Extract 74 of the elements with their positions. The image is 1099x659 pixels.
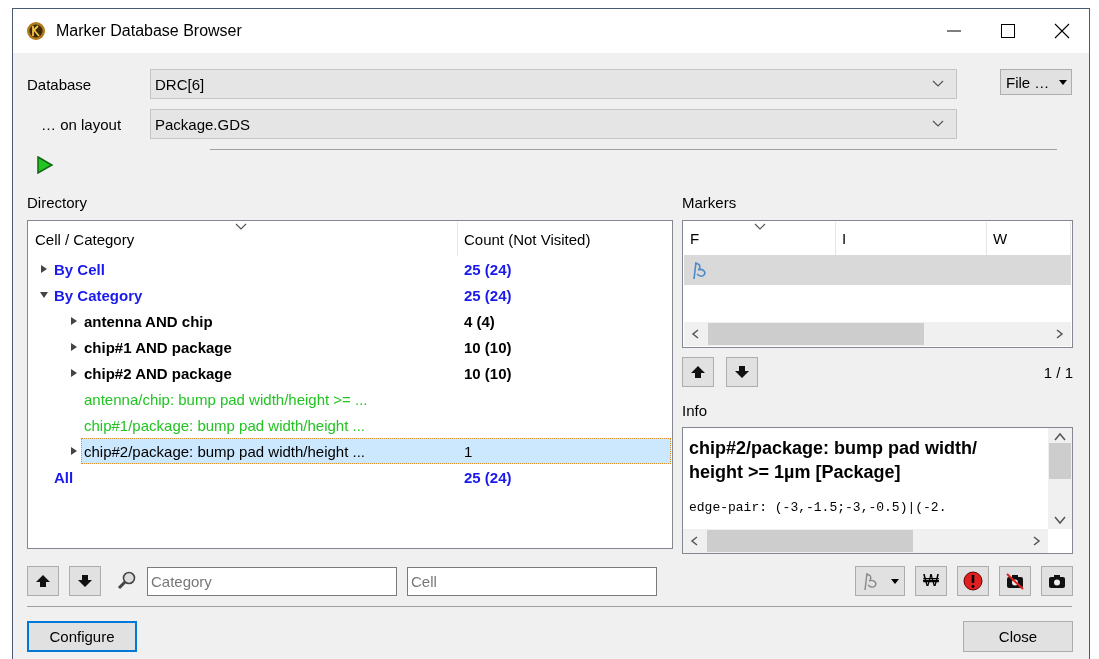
waive-button[interactable]: ₩ bbox=[915, 566, 947, 596]
previous-marker-button[interactable] bbox=[682, 357, 714, 387]
close-icon[interactable] bbox=[1054, 23, 1070, 39]
scrollbar-thumb[interactable] bbox=[707, 530, 913, 552]
tree-item-label[interactable]: By Category bbox=[50, 286, 147, 304]
scrollbar-thumb[interactable] bbox=[1049, 442, 1071, 479]
snapshot-button[interactable] bbox=[1041, 566, 1073, 596]
selected-row-highlight[interactable] bbox=[81, 438, 671, 464]
count-text: 4 (4) bbox=[464, 312, 495, 330]
count-text: 10 (10) bbox=[464, 338, 512, 356]
tree-item-label[interactable]: antenna AND chip bbox=[80, 312, 217, 330]
chevron-down-icon bbox=[932, 80, 944, 88]
up-arrow-icon bbox=[34, 572, 52, 590]
markers-label: Markers bbox=[682, 194, 738, 211]
next-marker-button[interactable] bbox=[726, 357, 758, 387]
down-arrow-icon bbox=[733, 363, 751, 381]
camera-icon bbox=[1047, 572, 1067, 590]
count-text: 25 (24) bbox=[464, 260, 512, 278]
down-arrow-icon bbox=[76, 572, 94, 590]
sort-indicator-icon bbox=[754, 223, 766, 230]
maximize-icon[interactable] bbox=[1000, 23, 1016, 39]
count-text: 10 (10) bbox=[464, 364, 512, 382]
marker-row[interactable] bbox=[684, 255, 1071, 285]
tree-item-label[interactable]: All bbox=[50, 468, 78, 486]
collapsed-arrow-icon[interactable] bbox=[70, 316, 78, 326]
search-icon bbox=[117, 571, 137, 591]
caret-down-icon bbox=[891, 578, 899, 584]
configure-button[interactable]: Configure bbox=[27, 621, 137, 652]
database-dropdown[interactable]: DRC[6] bbox=[150, 69, 957, 99]
important-button[interactable] bbox=[957, 566, 989, 596]
collapsed-arrow-icon[interactable] bbox=[40, 264, 48, 274]
column-header[interactable]: Count (Not Visited) bbox=[458, 222, 671, 256]
directory-label: Directory bbox=[27, 194, 88, 211]
tree-item-label[interactable]: chip#2 AND package bbox=[80, 364, 236, 382]
category-filter-field[interactable]: Category bbox=[147, 566, 397, 596]
count-text: 25 (24) bbox=[464, 468, 512, 486]
cell-filter-field[interactable]: Cell bbox=[407, 566, 657, 596]
markers-table[interactable]: F I W bbox=[682, 220, 1073, 348]
scroll-down-icon[interactable] bbox=[1054, 515, 1066, 525]
exclamation-icon bbox=[963, 571, 983, 591]
caret-down-icon bbox=[1059, 79, 1067, 85]
count-text: 25 (24) bbox=[464, 286, 512, 304]
layout-dropdown[interactable]: Package.GDS bbox=[150, 109, 957, 139]
marker-style-dropdown[interactable] bbox=[855, 566, 905, 596]
expanded-arrow-icon[interactable] bbox=[39, 291, 49, 299]
layout-label: … on layout bbox=[40, 115, 123, 133]
database-label: Database bbox=[27, 75, 93, 93]
up-arrow-icon bbox=[689, 363, 707, 381]
close-button[interactable]: Close bbox=[963, 621, 1073, 652]
play-icon[interactable] bbox=[37, 156, 53, 174]
sort-indicator-icon bbox=[235, 223, 247, 230]
info-label: Info bbox=[682, 402, 709, 419]
tree-item-label[interactable]: chip#2/package: bump pad width/height ... bbox=[80, 442, 370, 460]
move-down-button[interactable] bbox=[69, 566, 101, 596]
window-title: Marker Database Browser bbox=[56, 22, 242, 40]
no-snapshot-button[interactable] bbox=[999, 566, 1031, 596]
collapsed-arrow-icon[interactable] bbox=[70, 368, 78, 378]
file-menu-button[interactable]: File … bbox=[1000, 69, 1072, 95]
collapsed-arrow-icon[interactable] bbox=[70, 446, 78, 456]
tree-item-label[interactable]: chip#1 AND package bbox=[80, 338, 236, 356]
collapsed-arrow-icon[interactable] bbox=[70, 342, 78, 352]
scroll-up-icon[interactable] bbox=[1054, 432, 1066, 442]
info-title: chip#2/package: bump pad width/ height >= 1µm [Package] bbox=[689, 437, 979, 484]
app-logo-icon bbox=[26, 21, 46, 41]
directory-tree[interactable] bbox=[27, 220, 673, 549]
move-up-button[interactable] bbox=[27, 566, 59, 596]
column-header[interactable]: Cell / Category bbox=[29, 222, 458, 256]
tree-item-label[interactable]: By Cell bbox=[50, 260, 109, 278]
scrollbar-thumb[interactable] bbox=[708, 323, 924, 345]
info-detail: edge-pair: (-3,-1.5;-3,-0.5)|(-2. bbox=[689, 500, 948, 515]
count-text: 1 bbox=[464, 442, 473, 460]
chevron-down-icon bbox=[932, 120, 944, 128]
crossed-camera-icon bbox=[1005, 572, 1025, 590]
marker-position-text: 1 / 1 bbox=[1043, 363, 1073, 381]
